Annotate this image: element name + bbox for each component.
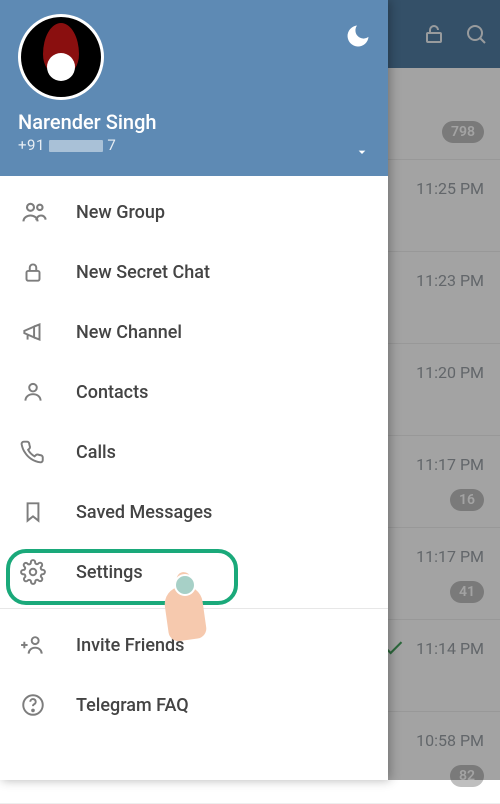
menu-new-secret-chat[interactable]: New Secret Chat: [0, 242, 388, 302]
lock-icon: [20, 259, 76, 285]
phone-redacted: [49, 140, 103, 152]
menu-label: New Group: [76, 202, 165, 223]
user-name: Narender Singh: [18, 110, 372, 134]
person-icon: [20, 379, 76, 405]
menu-label: Settings: [76, 562, 143, 583]
group-icon: [20, 198, 76, 226]
menu-settings[interactable]: Settings: [0, 542, 388, 602]
menu-label: Telegram FAQ: [76, 695, 189, 716]
phone-suffix: 7: [107, 136, 116, 154]
chevron-down-icon[interactable]: [354, 144, 370, 160]
bookmark-icon: [20, 499, 76, 525]
menu-new-channel[interactable]: New Channel: [0, 302, 388, 362]
person-add-icon: [20, 632, 76, 658]
moon-icon[interactable]: [344, 22, 372, 50]
menu-label: Contacts: [76, 382, 148, 403]
menu-contacts[interactable]: Contacts: [0, 362, 388, 422]
menu-invite-friends[interactable]: Invite Friends: [0, 615, 388, 675]
menu-divider: [0, 608, 388, 609]
menu-label: Calls: [76, 442, 116, 463]
drawer-header: Narender Singh +91 7: [0, 0, 388, 176]
menu-label: Invite Friends: [76, 635, 184, 656]
avatar[interactable]: [18, 14, 104, 100]
menu-label: New Secret Chat: [76, 262, 210, 283]
menu-telegram-faq[interactable]: Telegram FAQ: [0, 675, 388, 735]
menu-new-group[interactable]: New Group: [0, 182, 388, 242]
help-icon: [20, 692, 76, 718]
menu-label: Saved Messages: [76, 502, 212, 523]
megaphone-icon: [20, 319, 76, 345]
user-phone: +91 7: [18, 136, 372, 154]
menu-calls[interactable]: Calls: [0, 422, 388, 482]
menu-saved-messages[interactable]: Saved Messages: [0, 482, 388, 542]
gear-icon: [20, 559, 76, 585]
phone-prefix: +91: [18, 136, 49, 154]
navigation-drawer: Narender Singh +91 7 New Group New Secre…: [0, 0, 388, 780]
phone-icon: [20, 439, 76, 465]
menu-label: New Channel: [76, 322, 182, 343]
drawer-menu: New Group New Secret Chat New Channel Co…: [0, 176, 388, 780]
